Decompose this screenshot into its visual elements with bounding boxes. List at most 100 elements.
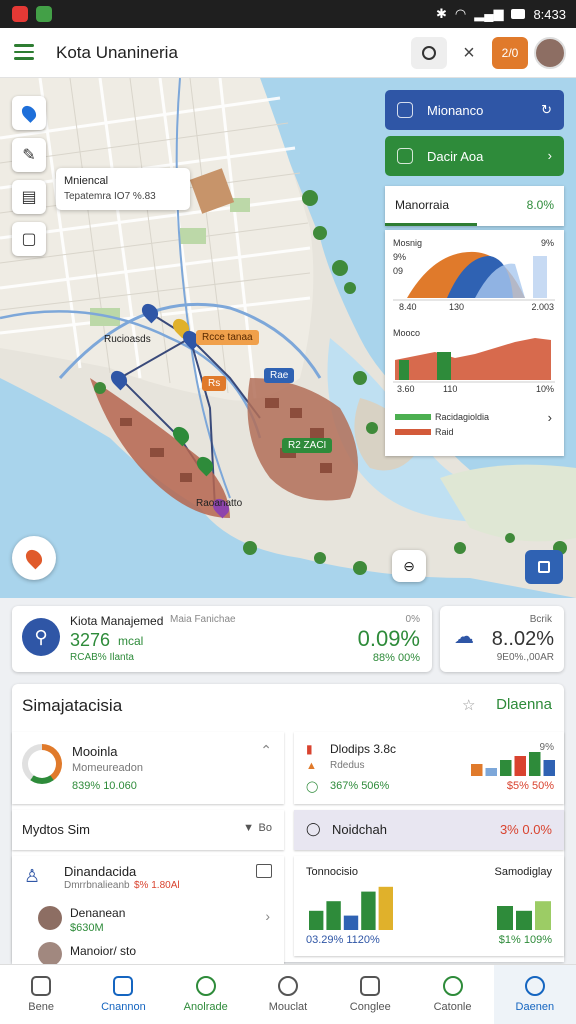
note-button[interactable]: ▢ <box>12 222 46 256</box>
kpi-progress <box>385 223 477 226</box>
select-value: Bo <box>258 822 272 834</box>
clock: 8:433 <box>533 6 566 22</box>
chat-icon[interactable] <box>256 864 272 878</box>
chart-mid-x-mid: 110 <box>443 384 458 394</box>
panel-icon <box>397 102 413 118</box>
status-bar: ✱ ◠ ▂▄▆ 8:433 <box>0 0 576 28</box>
close-icon: × <box>463 41 475 64</box>
battery-icon <box>511 9 526 19</box>
bar-mark <box>399 360 409 380</box>
band-value: 3% 0.0% <box>499 822 552 837</box>
chart-right-values: $1% 109% <box>498 934 552 946</box>
nav-home[interactable]: Bene <box>0 965 82 1024</box>
nav-label: Cnannon <box>101 1001 146 1013</box>
map-label-orange-small[interactable]: Rs <box>202 376 227 391</box>
app-bar: Kota Unanineria × 2/0 <box>0 28 576 78</box>
refresh-icon: ◯ <box>306 781 319 793</box>
chart-mid-title: Mooco <box>393 328 421 338</box>
section-title: Simajatacisia <box>22 696 123 715</box>
bar-mark <box>533 256 547 298</box>
panel-button-primary[interactable]: Mionanco ↻ <box>385 90 564 130</box>
nav-label: Bene <box>28 1001 54 1013</box>
right-chart-card: Tonnocisio Samodiglay 03.29% 1120% $1% 1… <box>294 856 564 956</box>
nav-sync[interactable]: Catonle <box>411 965 493 1024</box>
bookmark-icon: ▮ <box>306 742 313 756</box>
navigate-icon: ⊖ <box>403 557 415 574</box>
list-item-1[interactable]: Mooinla Momeureadon 839% 10.060 ⌃ <box>12 732 284 804</box>
item-values: 839% 10.060 <box>72 780 137 792</box>
nav-document[interactable]: Conglee <box>329 965 411 1024</box>
star-icon[interactable]: ☆ <box>462 696 475 714</box>
layers-button[interactable] <box>525 550 563 584</box>
nav-profile[interactable]: Daenen <box>493 965 576 1024</box>
nav-label: Mouclat <box>268 1001 308 1013</box>
map-place-label: Rucioasds <box>104 334 151 345</box>
legend-label-2: Raid <box>435 427 454 437</box>
legend-swatch-1 <box>395 414 431 420</box>
bar-mark <box>471 764 483 776</box>
kpi-label: Manorraia <box>395 198 450 212</box>
app-title: Kota Unanineria <box>56 43 178 62</box>
panel-button-secondary[interactable]: Dacir Aoa › <box>385 136 564 176</box>
kpi-card[interactable]: Manorraia 8.0% <box>385 186 564 226</box>
map-view[interactable]: ✎ ▤ ▢ Mniencal Tepatemra IO7 %.83 Mionan… <box>0 78 576 598</box>
chart-x-left: 8.40 <box>399 302 417 312</box>
section-link[interactable]: Dlaenna <box>496 696 552 713</box>
bar-mark <box>343 915 359 930</box>
filter-select[interactable]: Mydtos Sim ▼ Bo <box>12 810 284 850</box>
nav-activity[interactable]: Anolrade <box>165 965 247 1024</box>
chevron-right-icon[interactable]: › <box>548 410 552 425</box>
draw-button[interactable]: ✎ <box>12 138 46 172</box>
compass-button[interactable] <box>12 536 56 580</box>
list-item-2[interactable]: ♙ Dinandacida Dmrrbnalieanb $% 1.80Al De… <box>12 856 284 966</box>
location-button[interactable] <box>12 96 46 130</box>
bar-mark <box>437 352 451 380</box>
close-button[interactable]: × <box>452 37 486 69</box>
mini-bar-chart <box>471 752 555 776</box>
chart-mid-x-right: 10% <box>535 384 554 394</box>
bar-mark <box>485 768 497 776</box>
map-info-card[interactable]: Mniencal Tepatemra IO7 %.83 <box>56 168 190 210</box>
notification-icon <box>36 6 52 22</box>
bar-mark <box>535 901 551 930</box>
nav-gauge[interactable]: Mouclat <box>247 965 329 1024</box>
bottom-nav: Bene Cnannon Anolrade Mouclat Conglee Ca… <box>0 964 576 1024</box>
right-stat-card[interactable]: ▮ Dlodips 3.8c 9% ▲ Rdedus ◯ 367% 506% $… <box>294 732 564 804</box>
person-value: $630M <box>70 922 104 934</box>
nav-label: Anolrade <box>183 1001 228 1013</box>
summary-title: Kiota Manajemed <box>70 614 164 628</box>
item-title: Mooinla <box>72 744 118 759</box>
select-label: Mydtos Sim <box>22 822 90 837</box>
chart-left-title: Tonnocisio <box>306 866 358 878</box>
badge-button[interactable]: 2/0 <box>492 37 528 69</box>
map-label-green[interactable]: R2 ZACI <box>282 438 333 453</box>
nav-label: Conglee <box>349 1001 391 1013</box>
side-summary-card[interactable]: ☁ Bcrik 8..02% 9E0%.,00AR <box>440 606 564 672</box>
side-summary-label: Bcrik <box>529 614 552 625</box>
save-button[interactable]: ▤ <box>12 180 46 214</box>
recenter-button[interactable]: ⊖ <box>392 550 426 582</box>
bar-mark <box>326 901 341 930</box>
avatar[interactable] <box>534 37 566 69</box>
map-label-orange[interactable]: Rcce tanaa <box>196 330 259 345</box>
summary-subtitle: Maia Fanichae <box>170 614 236 625</box>
timer-button[interactable] <box>411 37 447 69</box>
bar-mark <box>514 756 526 776</box>
bar-mark <box>497 906 513 930</box>
chevron-right-icon[interactable]: › <box>265 908 270 924</box>
right-band[interactable]: ◯ Noidchah 3% 0.0% <box>294 810 564 850</box>
bar-chart-left <box>309 886 393 930</box>
activity-icon <box>195 976 216 996</box>
menu-icon[interactable] <box>14 44 34 60</box>
chevron-up-icon[interactable]: ⌃ <box>260 742 272 759</box>
sync-icon <box>442 976 463 996</box>
nav-clipboard[interactable]: Cnannon <box>82 965 164 1024</box>
wifi-icon: ◠ <box>454 6 467 21</box>
item-subtitle: Momeureadon <box>72 762 143 774</box>
clipboard-icon <box>113 976 134 996</box>
map-label-blue[interactable]: Rae <box>264 368 295 383</box>
chart-right-title: Samodiglay <box>494 866 552 878</box>
right-card-red: $5% 50% <box>506 780 554 792</box>
pencil-icon: ✎ <box>22 147 36 164</box>
summary-card[interactable]: ⚲ Kiota Manajemed Maia Fanichae 3276 mca… <box>12 606 432 672</box>
